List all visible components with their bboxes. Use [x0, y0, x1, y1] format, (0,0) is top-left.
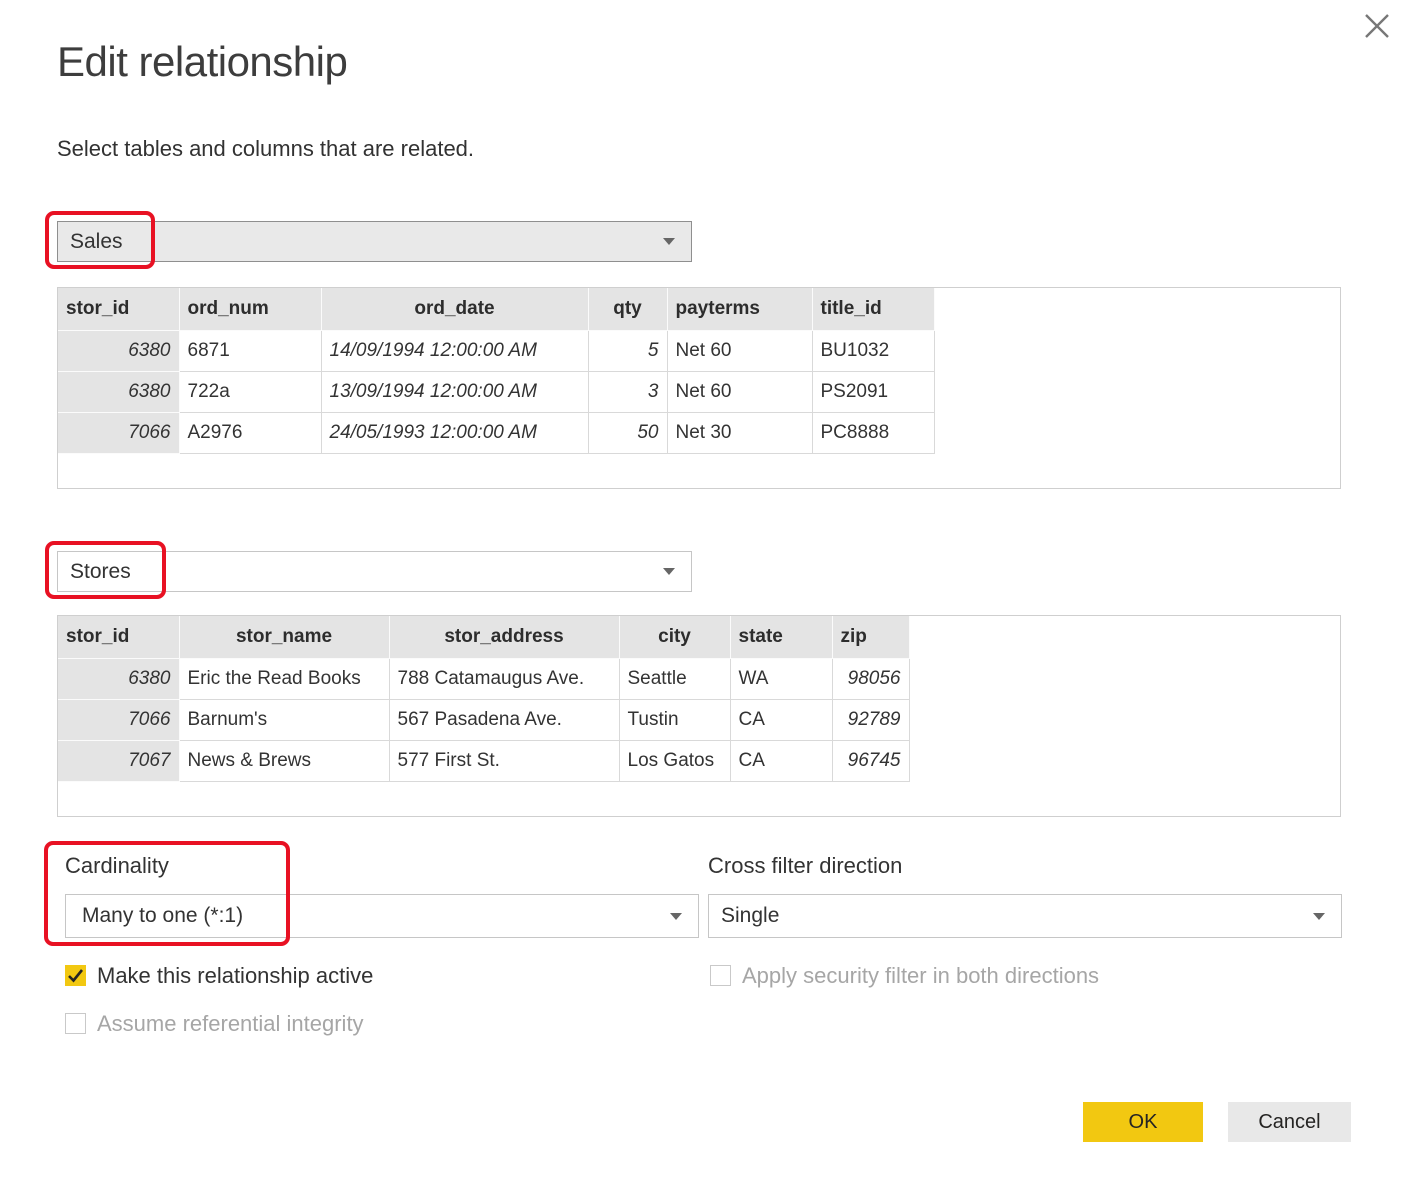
- sales-table-select-value: Sales: [58, 230, 123, 254]
- table-cell-payterms[interactable]: Net 60: [667, 371, 812, 412]
- table-cell-payterms[interactable]: Net 60: [667, 330, 812, 371]
- column-header-stor_name[interactable]: stor_name: [179, 616, 389, 658]
- table-cell-payterms[interactable]: Net 30: [667, 412, 812, 453]
- table-cell-qty[interactable]: 50: [588, 412, 667, 453]
- table-cell-stor_address[interactable]: 567 Pasadena Ave.: [389, 699, 619, 740]
- close-button[interactable]: [1360, 10, 1394, 44]
- table-row: 6380722a13/09/1994 12:00:00 AM3Net 60PS2…: [58, 371, 934, 412]
- table-cell-ord_num[interactable]: 6871: [179, 330, 321, 371]
- column-header-ord_date[interactable]: ord_date: [321, 288, 588, 330]
- stores-table: stor_idstor_namestor_addresscitystatezip…: [58, 616, 910, 782]
- column-header-stor_id[interactable]: stor_id: [58, 288, 179, 330]
- table-cell-title_id[interactable]: PS2091: [812, 371, 934, 412]
- chevron-down-icon: [663, 238, 675, 245]
- table-cell-state[interactable]: WA: [730, 658, 832, 699]
- table-cell-stor_id[interactable]: 6380: [58, 330, 179, 371]
- sales-table-select[interactable]: Sales: [57, 221, 692, 262]
- column-header-stor_id[interactable]: stor_id: [58, 616, 179, 658]
- stores-table-select-value: Stores: [58, 560, 131, 584]
- assume-referential-integrity-checkbox: [65, 1013, 86, 1034]
- make-relationship-active-label[interactable]: Make this relationship active: [97, 963, 373, 989]
- table-cell-zip[interactable]: 92789: [832, 699, 909, 740]
- column-header-payterms[interactable]: payterms: [667, 288, 812, 330]
- table-cell-city[interactable]: Seattle: [619, 658, 730, 699]
- cardinality-select-value: Many to one (*:1): [66, 904, 243, 928]
- cardinality-select[interactable]: Many to one (*:1): [65, 894, 699, 938]
- table-cell-ord_num[interactable]: A2976: [179, 412, 321, 453]
- column-header-stor_address[interactable]: stor_address: [389, 616, 619, 658]
- table-cell-ord_date[interactable]: 14/09/1994 12:00:00 AM: [321, 330, 588, 371]
- table-cell-title_id[interactable]: BU1032: [812, 330, 934, 371]
- stores-preview-table: stor_idstor_namestor_addresscitystatezip…: [57, 615, 1341, 817]
- cardinality-label: Cardinality: [65, 853, 169, 879]
- table-cell-stor_id[interactable]: 6380: [58, 371, 179, 412]
- table-header-row: stor_idstor_namestor_addresscitystatezip: [58, 616, 909, 658]
- apply-security-filter-checkbox: [710, 965, 731, 986]
- table-row: 6380Eric the Read Books788 Catamaugus Av…: [58, 658, 909, 699]
- assume-referential-integrity-label: Assume referential integrity: [97, 1011, 364, 1037]
- table-cell-city[interactable]: Tustin: [619, 699, 730, 740]
- table-cell-state[interactable]: CA: [730, 699, 832, 740]
- table-cell-zip[interactable]: 96745: [832, 740, 909, 781]
- table-cell-ord_date[interactable]: 24/05/1993 12:00:00 AM: [321, 412, 588, 453]
- table-row: 7066A297624/05/1993 12:00:00 AM50Net 30P…: [58, 412, 934, 453]
- table-cell-stor_id[interactable]: 7067: [58, 740, 179, 781]
- column-header-zip[interactable]: zip: [832, 616, 909, 658]
- table-cell-stor_name[interactable]: Eric the Read Books: [179, 658, 389, 699]
- table-cell-stor_name[interactable]: News & Brews: [179, 740, 389, 781]
- cross-filter-direction-select[interactable]: Single: [708, 894, 1342, 938]
- table-cell-stor_address[interactable]: 577 First St.: [389, 740, 619, 781]
- table-cell-title_id[interactable]: PC8888: [812, 412, 934, 453]
- table-cell-stor_id[interactable]: 7066: [58, 412, 179, 453]
- table-cell-state[interactable]: CA: [730, 740, 832, 781]
- column-header-ord_num[interactable]: ord_num: [179, 288, 321, 330]
- chevron-down-icon: [663, 568, 675, 575]
- close-icon: [1362, 11, 1392, 41]
- column-header-title_id[interactable]: title_id: [812, 288, 934, 330]
- table-cell-stor_id[interactable]: 7066: [58, 699, 179, 740]
- sales-preview-table: stor_idord_numord_dateqtypaytermstitle_i…: [57, 287, 1341, 489]
- cancel-button[interactable]: Cancel: [1228, 1102, 1351, 1142]
- chevron-down-icon: [1313, 913, 1325, 920]
- table-cell-stor_id[interactable]: 6380: [58, 658, 179, 699]
- table-cell-ord_num[interactable]: 722a: [179, 371, 321, 412]
- apply-security-filter-label: Apply security filter in both directions: [742, 963, 1099, 989]
- make-relationship-active-checkbox[interactable]: [65, 965, 86, 986]
- column-header-state[interactable]: state: [730, 616, 832, 658]
- edit-relationship-dialog: { "dialog": { "title": "Edit relationshi…: [0, 0, 1410, 1202]
- chevron-down-icon: [670, 913, 682, 920]
- table-cell-qty[interactable]: 5: [588, 330, 667, 371]
- sales-table: stor_idord_numord_dateqtypaytermstitle_i…: [58, 288, 935, 454]
- dialog-title: Edit relationship: [57, 38, 347, 86]
- column-header-city[interactable]: city: [619, 616, 730, 658]
- table-row: 7066Barnum's567 Pasadena Ave.TustinCA927…: [58, 699, 909, 740]
- checkmark-icon: [67, 967, 84, 984]
- table-cell-stor_name[interactable]: Barnum's: [179, 699, 389, 740]
- table-row: 7067News & Brews577 First St.Los GatosCA…: [58, 740, 909, 781]
- table-cell-qty[interactable]: 3: [588, 371, 667, 412]
- table-cell-zip[interactable]: 98056: [832, 658, 909, 699]
- stores-table-select[interactable]: Stores: [57, 551, 692, 592]
- table-header-row: stor_idord_numord_dateqtypaytermstitle_i…: [58, 288, 934, 330]
- table-row: 6380687114/09/1994 12:00:00 AM5Net 60BU1…: [58, 330, 934, 371]
- table-cell-ord_date[interactable]: 13/09/1994 12:00:00 AM: [321, 371, 588, 412]
- table-cell-stor_address[interactable]: 788 Catamaugus Ave.: [389, 658, 619, 699]
- cross-filter-direction-label: Cross filter direction: [708, 853, 902, 879]
- table-cell-city[interactable]: Los Gatos: [619, 740, 730, 781]
- column-header-qty[interactable]: qty: [588, 288, 667, 330]
- dialog-subtitle: Select tables and columns that are relat…: [57, 136, 474, 162]
- cross-filter-select-value: Single: [709, 904, 779, 928]
- ok-button[interactable]: OK: [1083, 1102, 1203, 1142]
